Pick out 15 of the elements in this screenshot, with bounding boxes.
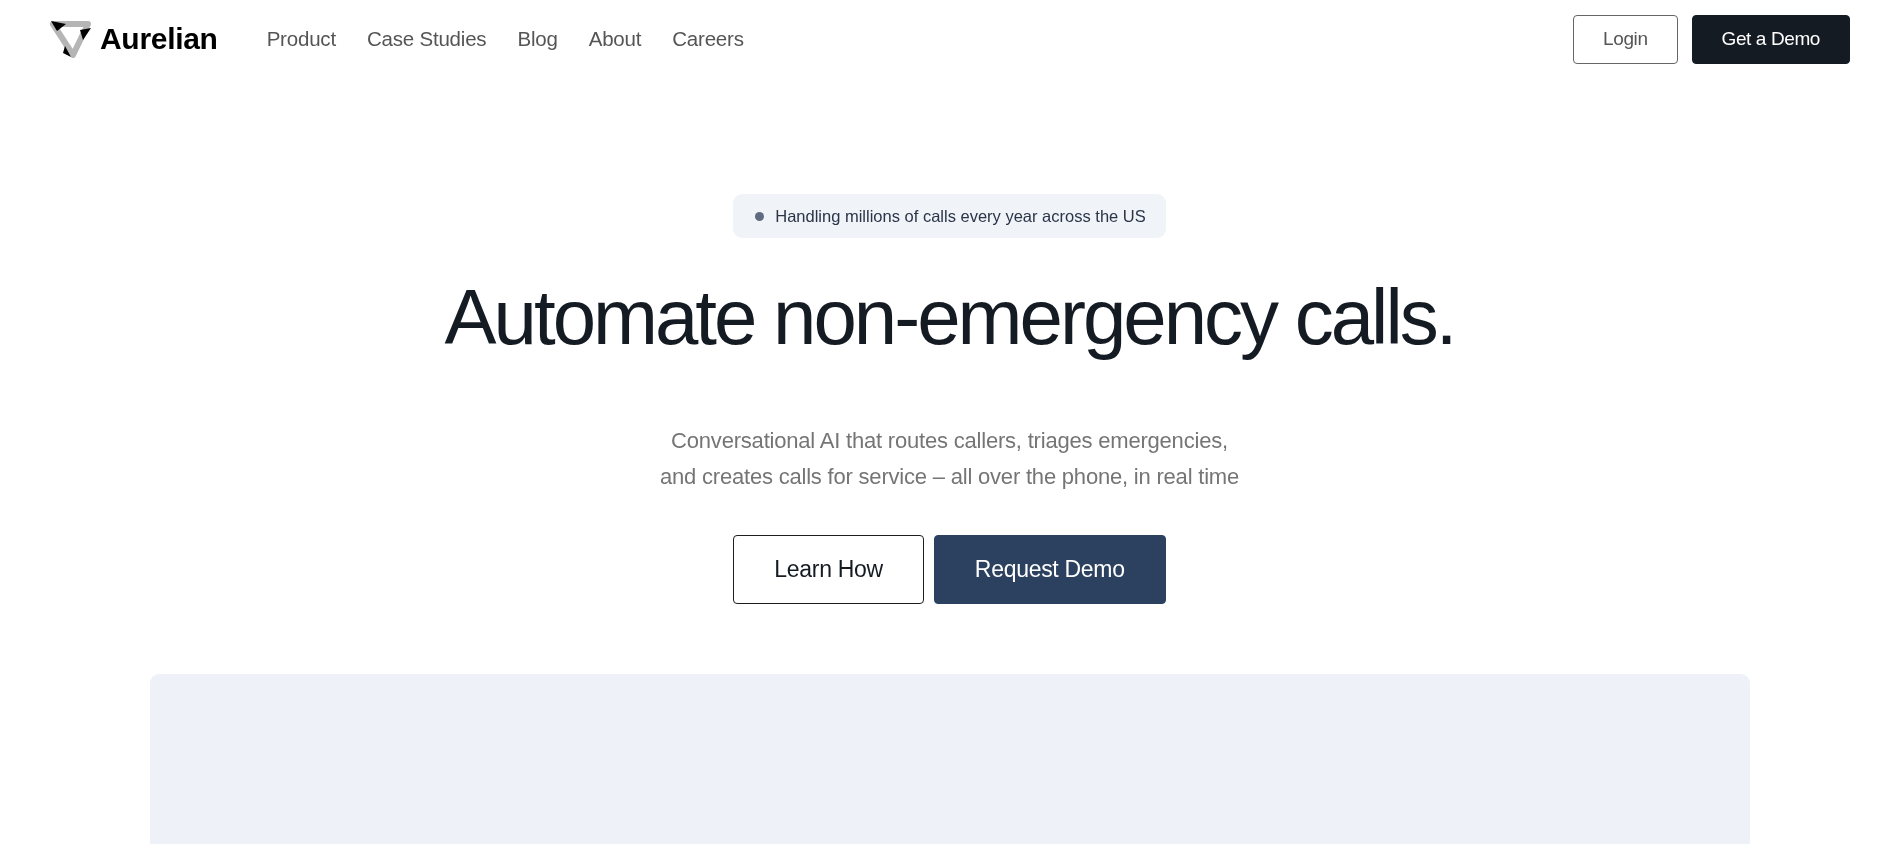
learn-how-button[interactable]: Learn How (733, 534, 924, 604)
demo-button[interactable]: Get a Demo (1691, 14, 1850, 64)
nav-link[interactable]: About (588, 23, 642, 55)
nav-link[interactable]: Case Studies (366, 23, 487, 55)
logo-icon[interactable] (49, 20, 92, 58)
status-dot-icon (755, 211, 765, 221)
login-button[interactable]: Login (1573, 14, 1678, 64)
hero-heading: Automate non-emergency calls. (443, 275, 1456, 361)
request-demo-button[interactable]: Request Demo (933, 534, 1166, 604)
brand-name[interactable]: Aurelian (100, 24, 218, 54)
nav-link[interactable]: Product (266, 23, 336, 55)
nav-link[interactable]: Blog (517, 23, 558, 55)
hero-subtitle: Conversational AI that routes callers, triages emergencies, and creates calls for service – all over the phone, in real time (658, 426, 1241, 491)
nav-link[interactable]: Careers (672, 23, 744, 55)
badge-text: Handling millions of calls every year across the US (775, 205, 1146, 227)
